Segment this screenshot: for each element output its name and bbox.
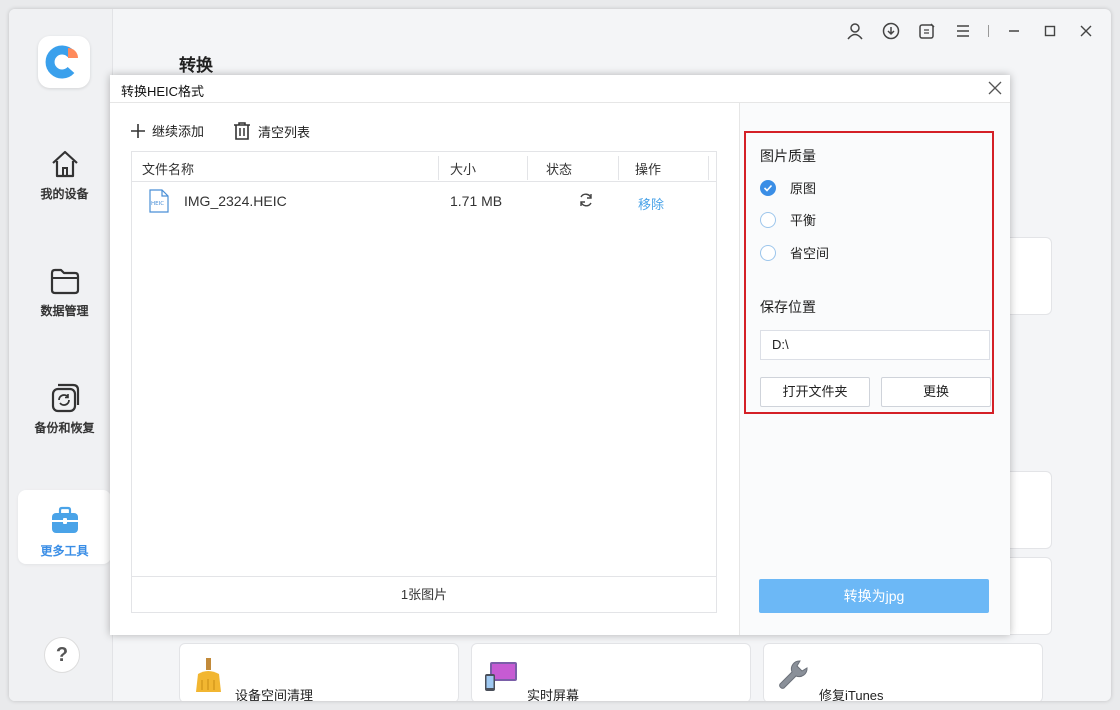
- sidebar-item-label: 更多工具: [40, 544, 89, 558]
- svg-text:HEIC: HEIC: [151, 201, 164, 207]
- change-path-button[interactable]: 更换: [881, 377, 991, 407]
- table-header: 文件名称 大小 状态 操作: [132, 152, 716, 182]
- screen-mirror-icon: [485, 662, 517, 691]
- quality-label: 图片质量: [760, 148, 816, 164]
- sidebar-item-label: 我的设备: [40, 187, 89, 201]
- quality-option-label: 省空间: [790, 246, 830, 261]
- clear-list-button[interactable]: 清空列表: [232, 121, 310, 141]
- column-header-status: 状态: [546, 162, 573, 177]
- tool-card-repair-itunes[interactable]: 修复iTunes: [763, 643, 1043, 701]
- dialog-title: 转换HEIC格式: [121, 84, 205, 99]
- download-icon[interactable]: [880, 21, 902, 41]
- file-size: 1.71 MB: [450, 193, 503, 209]
- column-header-action: 操作: [635, 162, 662, 177]
- maximize-icon[interactable]: [1039, 21, 1061, 41]
- convert-heic-dialog: 转换HEIC格式 继续添加 清空列表 文件名称 大小 状态 操作 HEIC IM…: [110, 75, 1010, 635]
- broom-icon: [196, 658, 221, 692]
- column-divider: [708, 156, 709, 180]
- column-divider: [438, 156, 439, 180]
- save-location-label: 保存位置: [760, 299, 816, 315]
- home-icon: [51, 150, 78, 178]
- folder-icon: [50, 268, 79, 295]
- quality-option-save-space[interactable]: 省空间: [760, 243, 829, 262]
- settings-highlight-box: 图片质量 原图 平衡 省空间 保存位置 D:\ 打开文件夹 更换: [744, 131, 994, 414]
- plus-icon: [131, 123, 145, 138]
- quality-option-label: 平衡: [790, 213, 817, 228]
- file-table: 文件名称 大小 状态 操作 HEIC IMG_2324.HEIC 1.71 MB: [131, 151, 717, 613]
- column-header-name: 文件名称: [142, 162, 195, 177]
- clear-list-label: 清空列表: [258, 124, 311, 140]
- dialog-close-icon[interactable]: [986, 79, 1004, 97]
- file-name: IMG_2324.HEIC: [184, 193, 287, 209]
- sidebar-item-label: 数据管理: [40, 304, 89, 318]
- app-window: 我的设备 数据管理 备份和恢复 更多工具 ? 转换 设备空间清理 实时屏幕 修复…: [9, 9, 1111, 701]
- sidebar: 我的设备 数据管理 备份和恢复 更多工具 ?: [9, 9, 113, 701]
- tool-card-label: 修复iTunes: [819, 688, 884, 701]
- quality-option-original[interactable]: 原图: [760, 178, 816, 197]
- close-icon[interactable]: [1075, 21, 1097, 41]
- sidebar-item-my-device[interactable]: 我的设备: [18, 147, 111, 221]
- page-title: 转换: [179, 56, 213, 75]
- tool-card-live-screen[interactable]: 实时屏幕: [471, 643, 751, 701]
- tool-card-label: 设备空间清理: [235, 688, 314, 701]
- table-footer-count: 1张图片: [132, 576, 716, 612]
- toolbox-icon: [51, 506, 78, 533]
- open-folder-button[interactable]: 打开文件夹: [760, 377, 870, 407]
- settings-pane: 图片质量 原图 平衡 省空间 保存位置 D:\ 打开文件夹 更换 转换为jpg: [739, 103, 1010, 635]
- sidebar-item-label: 备份和恢复: [34, 421, 95, 435]
- feedback-icon[interactable]: [916, 21, 938, 41]
- sidebar-item-more-tools[interactable]: 更多工具: [18, 490, 111, 564]
- minimize-icon[interactable]: [1003, 21, 1025, 41]
- radio-checked-icon: [760, 179, 776, 196]
- window-controls-divider: [988, 25, 989, 37]
- add-more-label: 继续添加: [152, 124, 205, 139]
- radio-unchecked-icon: [760, 211, 776, 228]
- trash-icon: [234, 122, 250, 140]
- app-logo: [38, 36, 90, 88]
- tool-card-label: 实时屏幕: [527, 688, 580, 701]
- help-button[interactable]: ?: [44, 637, 80, 673]
- column-header-size: 大小: [450, 162, 477, 177]
- radio-unchecked-icon: [760, 244, 776, 261]
- column-divider: [527, 156, 528, 180]
- table-row[interactable]: HEIC IMG_2324.HEIC 1.71 MB 移除: [132, 183, 716, 219]
- tool-card-device-cleanup[interactable]: 设备空间清理: [179, 643, 459, 701]
- sidebar-item-backup-restore[interactable]: 备份和恢复: [18, 381, 111, 455]
- sidebar-item-data-management[interactable]: 数据管理: [18, 264, 111, 338]
- column-divider: [618, 156, 619, 180]
- user-icon[interactable]: [844, 21, 866, 41]
- wrench-icon: [779, 660, 808, 689]
- window-controls: [830, 21, 1097, 41]
- menu-icon[interactable]: [952, 21, 974, 41]
- quality-option-label: 原图: [790, 181, 817, 196]
- heic-file-icon: HEIC: [149, 189, 169, 213]
- remove-link[interactable]: 移除: [638, 194, 664, 213]
- save-path-field[interactable]: D:\: [760, 330, 990, 360]
- add-more-button[interactable]: 继续添加: [130, 121, 204, 140]
- refresh-icon: [578, 192, 594, 211]
- quality-option-balanced[interactable]: 平衡: [760, 210, 816, 229]
- backup-restore-icon: [51, 383, 79, 413]
- convert-to-jpg-button[interactable]: 转换为jpg: [759, 579, 989, 613]
